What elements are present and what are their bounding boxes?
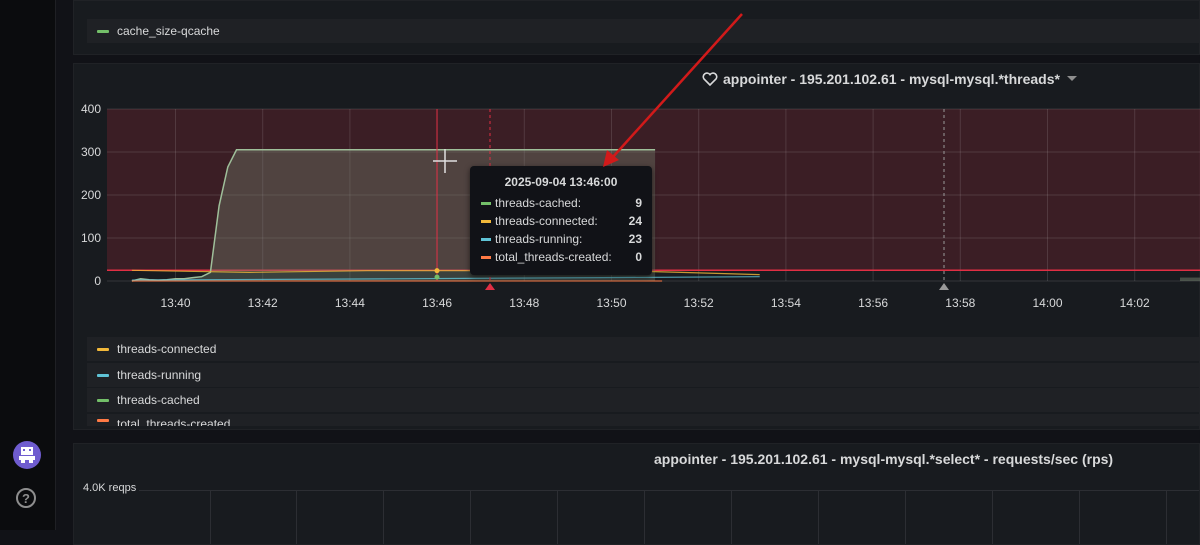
grid-line: [731, 490, 732, 544]
hover-point: [434, 274, 440, 280]
avatar-icon: [19, 447, 35, 463]
grid-line: [557, 490, 558, 544]
grid-line: [1079, 490, 1080, 544]
cache-panel: cache_size-qcache: [73, 0, 1200, 55]
tooltip-swatch: [481, 201, 491, 205]
grid-line: [296, 490, 297, 544]
x-tick-label: 14:02: [1120, 296, 1150, 310]
tooltip-series-value: 23: [628, 232, 642, 246]
grid-line: [992, 490, 993, 544]
tooltip-series-value: 24: [628, 214, 642, 228]
legend-label: total_threads-created: [117, 417, 231, 426]
x-tick-label: 13:58: [945, 296, 975, 310]
panel-title[interactable]: appointer - 195.201.102.61 - mysql-mysql…: [654, 451, 1113, 467]
x-tick-label: 13:46: [422, 296, 452, 310]
annotation-marker: [939, 283, 949, 290]
panel-title-text: appointer - 195.201.102.61 - mysql-mysql…: [723, 71, 1060, 87]
tooltip-series-value: 0: [635, 250, 642, 264]
x-tick-label: 14:00: [1032, 296, 1062, 310]
panel-title-text: appointer - 195.201.102.61 - mysql-mysql…: [654, 451, 1114, 467]
x-tick-label: 13:44: [335, 296, 365, 310]
x-tick-label: 13:40: [160, 296, 190, 310]
caret-down-icon[interactable]: [1066, 75, 1078, 83]
grid-line: [905, 490, 906, 544]
y-tick-label: 0: [94, 274, 101, 288]
x-tick-label: 13:52: [684, 296, 714, 310]
tooltip-series-name: threads-connected:: [495, 214, 598, 228]
y-tick-label: 200: [81, 188, 101, 202]
tooltip-row: threads-connected: 24: [470, 212, 652, 230]
grid-line: [210, 490, 211, 544]
tooltip-time: 2025-09-04 13:46:00: [504, 175, 618, 189]
tooltip-swatch: [481, 237, 491, 241]
y-tick-label: 300: [81, 145, 101, 159]
grid-line: [1166, 490, 1167, 544]
help-icon[interactable]: ?: [16, 488, 36, 508]
x-tick-label: 13:48: [509, 296, 539, 310]
chart-tooltip: 2025-09-04 13:46:00 threads-cached: 9 th…: [470, 166, 652, 275]
x-tick-label: 13:50: [596, 296, 626, 310]
legend-label: cache_size-qcache: [117, 24, 220, 38]
tooltip-series-name: threads-cached:: [495, 196, 582, 210]
grid-line: [644, 490, 645, 544]
tooltip-row: total_threads-created: 0: [470, 248, 652, 266]
grid-line: [818, 490, 819, 544]
heart-icon: [702, 72, 718, 86]
grid-line: [383, 490, 384, 544]
legend-swatch: [97, 29, 109, 33]
legend-item[interactable]: cache_size-qcache: [87, 19, 1199, 43]
annotation-marker: [485, 283, 495, 290]
y-tick-label: 100: [81, 231, 101, 245]
y-tick-label: 400: [81, 102, 101, 116]
legend-swatch: [97, 419, 109, 422]
tooltip-series-value: 9: [635, 196, 642, 210]
tooltip-row: threads-cached: 9: [470, 194, 652, 212]
tooltip-series-name: total_threads-created:: [495, 250, 612, 264]
x-tick-label: 13:56: [858, 296, 888, 310]
panel-title[interactable]: appointer - 195.201.102.61 - mysql-mysql…: [702, 71, 1078, 87]
hover-point: [434, 268, 440, 274]
tooltip-series-name: threads-running:: [495, 232, 583, 246]
tooltip-swatch: [481, 219, 491, 223]
grid-line: [470, 490, 471, 544]
user-avatar[interactable]: [13, 441, 41, 469]
tooltip-swatch: [481, 255, 491, 259]
x-tick-label: 13:54: [771, 296, 801, 310]
legend-item[interactable]: total_threads-created: [87, 414, 1199, 426]
series-area-tail: [1180, 277, 1200, 281]
grid-line: [139, 490, 1199, 491]
y-axis-label: 4.0K reqps: [83, 482, 137, 494]
tooltip-row: threads-running: 23: [470, 230, 652, 248]
x-tick-label: 13:42: [248, 296, 278, 310]
